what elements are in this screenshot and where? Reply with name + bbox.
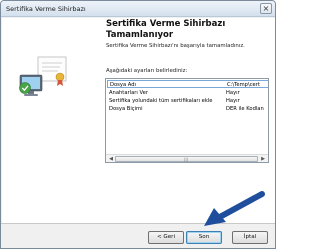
close-icon: × [262,4,270,13]
list-item[interactable]: Dosya Adı C:\Temp\cert [107,80,268,88]
completion-message: Sertifika Verme Sihirbazı'nı başarıyla t… [106,43,245,49]
title-bar[interactable]: Sertifika Verme Sihirbazı × [1,1,275,17]
scroll-right-icon[interactable]: ▶ [259,156,267,162]
page-title: Sertifika Verme Sihirbazı Tamamlanıyor [106,19,226,40]
list-item[interactable]: Sertifika yolundaki tüm sertifikaları ek… [107,97,268,105]
window-title: Sertifika Verme Sihirbazı [6,5,86,13]
setting-key: Dosya Biçimi [109,106,143,112]
grip-icon: ||| [184,157,189,162]
arrow-pointer-icon [204,191,265,226]
setting-key: Dosya Adı [110,82,136,88]
setting-value: DER ile Kodlan [226,106,264,112]
horizontal-scrollbar[interactable]: ◀ ||| ▶ [106,154,268,162]
back-button[interactable]: < Geri [148,231,184,244]
certificate-computer-icon [19,56,67,96]
scrollbar-thumb[interactable]: ||| [115,156,258,162]
settings-listbox[interactable]: Dosya Adı C:\Temp\cert Anahtarları Ver H… [105,78,269,163]
setting-value: C:\Temp\cert [227,82,260,88]
list-item[interactable]: Dosya Biçimi DER ile Kodlan [107,105,268,113]
scroll-left-icon[interactable]: ◀ [107,156,115,162]
setting-value: Hayır [226,98,240,104]
cancel-button[interactable]: İptal [232,231,268,244]
settings-list-label: Aşağıdaki ayarları belirlediniz: [106,68,188,74]
list-item[interactable]: Anahtarları Ver Hayır [107,89,268,97]
wizard-side-panel [2,18,92,223]
close-button[interactable]: × [260,3,272,14]
setting-value: Hayır [226,90,240,96]
setting-key: Anahtarları Ver [109,90,148,96]
setting-key: Sertifika yolundaki tüm sertifikaları ek… [109,98,213,104]
finish-button[interactable]: Son [186,231,222,244]
